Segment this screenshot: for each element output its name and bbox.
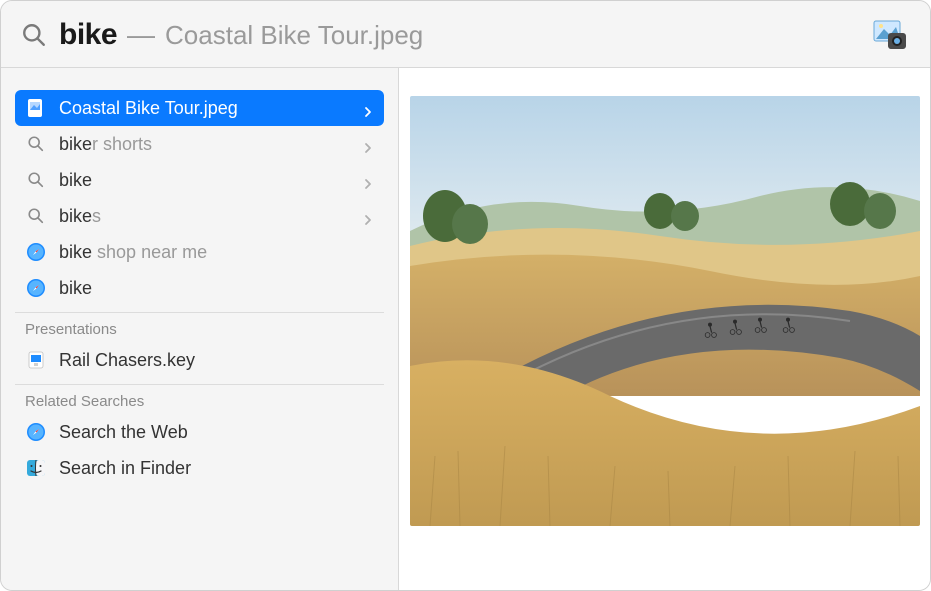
safari-icon — [25, 277, 47, 299]
search-separator: — — [127, 19, 155, 51]
preview-image — [410, 96, 920, 526]
search-icon — [21, 22, 47, 48]
result-search-finder[interactable]: Search in Finder — [15, 450, 384, 486]
result-presentation[interactable]: Rail Chasers.key — [15, 342, 384, 378]
search-top-hit-name: Coastal Bike Tour.jpeg — [165, 20, 858, 51]
spotlight-window: bike — Coastal Bike Tour.jpeg Coastal Bi… — [0, 0, 931, 591]
preview-panel — [399, 68, 930, 590]
section-header-presentations: Presentations — [15, 312, 384, 342]
magnifier-icon — [25, 169, 47, 191]
body-area: Coastal Bike Tour.jpeg biker shorts — [1, 68, 930, 590]
result-label: Search in Finder — [59, 458, 374, 479]
result-suggestion[interactable]: bike shop near me — [15, 234, 384, 270]
result-label: Search the Web — [59, 422, 374, 443]
safari-icon — [25, 241, 47, 263]
preview-app-icon — [870, 15, 910, 55]
result-suggestion[interactable]: bike — [15, 270, 384, 306]
finder-icon — [25, 457, 47, 479]
chevron-right-icon — [362, 138, 374, 150]
magnifier-icon — [25, 133, 47, 155]
search-query-text[interactable]: bike — [59, 18, 117, 52]
result-label: Coastal Bike Tour.jpeg — [59, 98, 362, 119]
result-label: bikes — [59, 206, 362, 227]
keynote-file-icon — [25, 349, 47, 371]
result-label: Rail Chasers.key — [59, 350, 374, 371]
result-search-web[interactable]: Search the Web — [15, 414, 384, 450]
chevron-right-icon — [362, 174, 374, 186]
jpeg-file-icon — [25, 97, 47, 119]
result-suggestion[interactable]: bikes — [15, 198, 384, 234]
chevron-right-icon — [362, 102, 374, 114]
results-panel: Coastal Bike Tour.jpeg biker shorts — [1, 68, 399, 590]
result-top-hit[interactable]: Coastal Bike Tour.jpeg — [15, 90, 384, 126]
section-header-related: Related Searches — [15, 384, 384, 414]
chevron-right-icon — [362, 210, 374, 222]
safari-icon — [25, 421, 47, 443]
result-label: bike — [59, 278, 374, 299]
result-label: bike shop near me — [59, 242, 374, 263]
result-label: bike — [59, 170, 362, 191]
magnifier-icon — [25, 205, 47, 227]
result-suggestion[interactable]: biker shorts — [15, 126, 384, 162]
result-suggestion[interactable]: bike — [15, 162, 384, 198]
search-bar[interactable]: bike — Coastal Bike Tour.jpeg — [1, 1, 930, 68]
result-label: biker shorts — [59, 134, 362, 155]
